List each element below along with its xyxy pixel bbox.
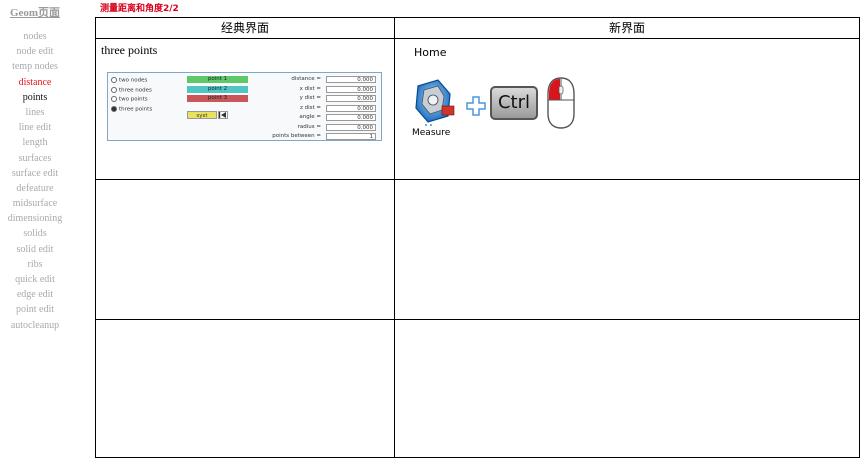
row-divider (96, 179, 859, 180)
classic-distance-panel: two nodes three nodes two points three poin… (107, 72, 382, 141)
radio-three-nodes[interactable]: three nodes (111, 86, 152, 93)
field-label: y dist = (299, 95, 321, 101)
row-divider (96, 319, 859, 320)
field-label: z dist = (299, 104, 321, 111)
sidebar-item-points[interactable]: points (0, 90, 70, 105)
field-value-input[interactable]: 0.000 (326, 114, 376, 121)
column-header-new: 新界面 (395, 18, 859, 39)
field-label: angle = (299, 114, 321, 120)
sidebar-item-autocleanup[interactable]: autocleanup (0, 318, 70, 333)
radio-dot[interactable] (111, 96, 117, 102)
sidebar-title[interactable]: Geom页面 (0, 4, 70, 20)
sidebar-item-solid-edit[interactable]: solid edit (0, 242, 70, 257)
radio-dot[interactable] (111, 105, 117, 112)
comparison-table: 经典界面 新界面 three points two nodes three nod… (95, 17, 860, 458)
sidebar-item-midsurface[interactable]: midsurface (0, 196, 70, 211)
sidebar-items: nodes node edit temp nodes distance points li… (0, 29, 70, 333)
sidebar-item-ribs[interactable]: ribs (0, 257, 70, 272)
sidebar-item-surface-edit[interactable]: surface edit (0, 166, 70, 181)
field-value-input[interactable]: 0.000 (326, 95, 376, 102)
sidebar-item-length[interactable]: length (0, 135, 70, 150)
plus-icon (466, 96, 486, 116)
sidebar-item-point-edit[interactable]: point edit (0, 302, 70, 317)
field-value-input[interactable]: 0.000 (326, 76, 376, 83)
sidebar-item-line-edit[interactable]: line edit (0, 120, 70, 135)
measure-label: Measure (412, 128, 451, 138)
radio-label: three points (119, 106, 153, 112)
sidebar-item-temp-nodes[interactable]: temp nodes (0, 59, 70, 74)
sidebar-item-surfaces[interactable]: surfaces (0, 151, 70, 166)
syst-button[interactable]: syst (187, 111, 217, 119)
sidebar-item-quick-edit[interactable]: quick edit (0, 272, 70, 287)
radio-dot[interactable] (111, 77, 117, 83)
radio-two-points[interactable]: two points (111, 96, 148, 103)
field-value-input[interactable]: 1 (326, 133, 376, 140)
first-icon[interactable] (218, 111, 228, 119)
radio-label: two points (119, 96, 148, 103)
field-label: points between = (272, 133, 321, 139)
ctrl-key-icon: Ctrl (490, 86, 538, 120)
sidebar-item-solids[interactable]: solids (0, 226, 70, 241)
radio-label: two nodes (119, 77, 148, 84)
radio-label: three nodes (119, 87, 152, 93)
sidebar-item-defeature[interactable]: defeature (0, 181, 70, 196)
radio-dot[interactable] (111, 86, 117, 93)
field-label: radius = (297, 123, 321, 130)
point-2-button[interactable]: point 2 (187, 85, 248, 93)
sidebar: Geom页面 nodes node edit temp nodes distance p… (0, 4, 70, 333)
radio-two-nodes[interactable]: two nodes (111, 77, 147, 84)
field-label: distance = (291, 76, 321, 82)
point-3-button[interactable]: point 3 (187, 95, 248, 102)
sidebar-item-dimensioning[interactable]: dimensioning (0, 211, 70, 226)
mouse-left-click-icon (544, 76, 578, 130)
point-1-button[interactable]: point 1 (187, 76, 248, 83)
sidebar-item-edge-edit[interactable]: edge edit (0, 287, 70, 302)
row-label-three-points: three points (101, 43, 158, 57)
sidebar-item-nodes[interactable]: nodes (0, 29, 70, 44)
column-divider (394, 18, 395, 457)
sidebar-item-lines[interactable]: lines (0, 105, 70, 120)
measure-icon[interactable] (412, 76, 458, 128)
sidebar-item-node-edit[interactable]: node edit (0, 44, 70, 59)
field-value-input[interactable]: 0.000 (326, 85, 376, 93)
ribbon-tab-home[interactable]: Home (414, 46, 446, 59)
field-value-input[interactable]: 0.000 (326, 104, 376, 112)
column-header-classic: 经典界面 (96, 18, 394, 39)
sidebar-item-distance[interactable]: distance (0, 75, 70, 90)
page-heading: 测量距离和角度2/2 (100, 4, 179, 14)
radio-three-points[interactable]: three points (111, 105, 153, 112)
field-label: x dist = (299, 85, 321, 92)
field-value-input[interactable]: 0.000 (326, 123, 376, 131)
